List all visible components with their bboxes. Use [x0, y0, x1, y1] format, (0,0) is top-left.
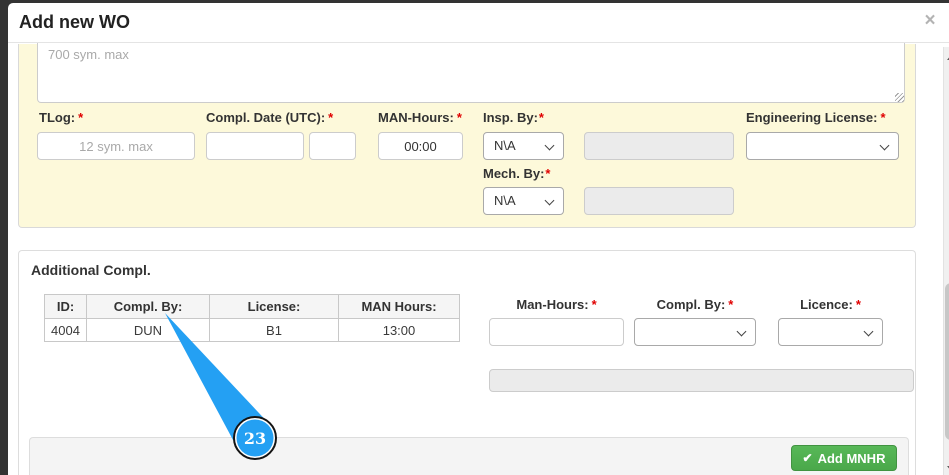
engineering-license-label: Engineering License: * — [746, 110, 886, 125]
scroll-down-button[interactable] — [944, 461, 949, 475]
cell-man-hours: 13:00 — [338, 318, 460, 342]
insp-by-name-field — [584, 132, 734, 160]
new-compl-by-label: Compl. By: * — [656, 297, 734, 312]
insp-by-select[interactable]: N\A — [483, 132, 564, 160]
new-licence-select[interactable] — [778, 318, 883, 346]
add-mnhr-button[interactable]: ✔ Add MNHR — [791, 445, 897, 471]
man-hours-label: MAN-Hours: * — [378, 110, 462, 125]
additional-compl-table: ID: Compl. By: License: MAN Hours: 4004 … — [44, 294, 460, 342]
add-wo-modal: Add new WO × TLog:* Compl. Date (UTC):* … — [8, 3, 949, 475]
engineering-license-select[interactable] — [746, 132, 899, 160]
new-man-hours-label: Man-Hours: * — [516, 297, 597, 312]
mech-by-select[interactable]: N\A — [483, 187, 564, 215]
chevron-down-icon — [736, 326, 747, 337]
chevron-down-icon — [879, 140, 890, 151]
cell-id: 4004 — [44, 318, 87, 342]
close-icon[interactable]: × — [921, 9, 939, 33]
table-header-row: ID: Compl. By: License: MAN Hours: — [44, 294, 460, 319]
chevron-down-icon — [544, 140, 555, 151]
insp-by-label: Insp. By:* — [483, 110, 544, 125]
new-compl-by-name-field — [489, 369, 914, 392]
col-header-compl-by: Compl. By: — [86, 294, 210, 319]
mech-by-label: Mech. By:* — [483, 166, 551, 181]
chevron-down-icon — [544, 195, 555, 206]
tlog-input[interactable] — [37, 132, 195, 160]
man-hours-input[interactable] — [378, 132, 463, 160]
additional-compl-panel: Additional Compl. ID: Compl. By: License… — [18, 250, 916, 475]
table-row: 4004 DUN B1 13:00 — [44, 318, 460, 342]
scroll-up-button[interactable] — [944, 50, 949, 64]
cell-license: B1 — [209, 318, 339, 342]
col-header-id: ID: — [44, 294, 87, 319]
modal-body-scrollbar[interactable] — [943, 47, 949, 475]
new-compl-by-select[interactable] — [634, 318, 756, 346]
new-licence-label: Licence: * — [800, 297, 861, 312]
wo-notes-textarea[interactable] — [37, 43, 905, 103]
compl-date-input[interactable] — [206, 132, 304, 160]
compl-time-input[interactable] — [309, 132, 356, 160]
tlog-label: TLog: * — [39, 110, 84, 125]
check-icon: ✔ — [802, 451, 813, 465]
compl-date-label: Compl. Date (UTC): * — [206, 110, 334, 125]
mech-by-name-field — [584, 187, 734, 215]
cell-compl-by: DUN — [86, 318, 210, 342]
col-header-license: License: — [209, 294, 339, 319]
additional-compl-heading: Additional Compl. — [31, 262, 151, 278]
page-backdrop: Add new WO × TLog:* Compl. Date (UTC):* … — [0, 0, 949, 475]
add-mnhr-button-label: Add MNHR — [817, 450, 886, 466]
panel-footer: ✔ Add MNHR — [29, 437, 909, 475]
col-header-man-hours: MAN Hours: — [338, 294, 460, 319]
modal-title: Add new WO — [19, 12, 130, 32]
chevron-down-icon — [863, 326, 874, 337]
new-man-hours-input[interactable] — [489, 318, 624, 346]
modal-header: Add new WO × — [8, 3, 949, 43]
resize-handle-icon[interactable] — [895, 93, 904, 102]
scrollbar-thumb[interactable] — [945, 283, 949, 440]
wo-completion-panel: TLog:* Compl. Date (UTC):* MAN-Hours:* I… — [18, 43, 916, 228]
